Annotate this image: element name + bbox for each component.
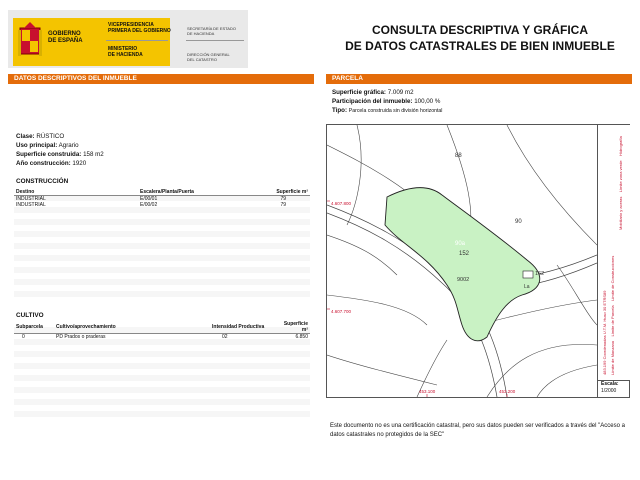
label-parcel-88: 88 — [455, 153, 462, 159]
direccion-label: DIRECCIÓN GENERAL DEL CATASTRO — [187, 52, 230, 62]
header-divider-2 — [186, 40, 244, 41]
legend-item: Límite zona verde — [618, 160, 623, 193]
field-superficie: Superficie construida: 158 m2 — [16, 151, 104, 158]
field-anio: Año construcción: 1920 — [16, 160, 87, 167]
label-parcel-9002: 9002 — [457, 277, 469, 283]
section-bar-parcela: PARCELA — [326, 74, 632, 84]
label-parcel-152: 152 — [459, 251, 470, 257]
map-scale: Escala: 1/2000 — [597, 380, 629, 397]
legend-item: Límite de Manzana — [610, 340, 615, 375]
table-header-row: Subparcela Cultivo/aprovechamiento Inten… — [14, 321, 310, 334]
label-parcel-90: 90 — [515, 219, 522, 225]
table-row: 0 PD Prados o praderas 02 6.850 — [22, 334, 308, 340]
legend-item: Límite de Parcela — [610, 305, 615, 337]
label-parcel-162: 162 — [535, 271, 544, 277]
section-bar-descriptivos: DATOS DESCRIPTIVOS DEL INMUEBLE — [8, 74, 314, 84]
table-row: INDUSTRIAL E/00/02 79 — [16, 202, 286, 208]
header-divider — [106, 40, 168, 41]
disclaimer-text: Este documento no es una certificación c… — [330, 423, 625, 438]
legend-coords: 483.199 Coordenadas U.T.M. Huso 30 ETRS8… — [602, 290, 607, 376]
field-uso: Uso principal: Agrario — [16, 142, 79, 149]
field-clase: Clase: RÚSTICO — [16, 133, 65, 140]
map-legend: 483.199 Coordenadas U.T.M. Huso 30 ETRS8… — [597, 125, 630, 380]
cultivo-table: Subparcela Cultivo/aprovechamiento Inten… — [14, 321, 310, 340]
parcela-fields: Superficie gráfica: 7.009 m2 Participaci… — [332, 88, 622, 116]
label-coord-x1: 453.100 — [419, 389, 436, 394]
label-parcel-90a: 90a — [455, 241, 466, 247]
parcel-map-drawing[interactable]: 88 90 90a 152 162 9002 La 4.607.800 4.60… — [327, 125, 597, 397]
legend-item: Mobiliario y aceras — [618, 196, 623, 230]
construccion-table: Destino Escalera/Planta/Puerta Superfici… — [14, 189, 310, 208]
secretaria-label: SECRETARÍA DE ESTADO DE HACIENDA — [187, 26, 236, 36]
cultivo-heading: CULTIVO — [16, 312, 44, 319]
construccion-heading: CONSTRUCCIÓN — [16, 178, 69, 185]
ministerio-label: MINISTERIO DE HACIENDA — [108, 46, 143, 58]
field-participacion: Participación del inmueble: 100,00 % — [332, 98, 441, 105]
label-coord-y1: 4.607.800 — [331, 201, 352, 206]
coat-of-arms-icon — [18, 22, 42, 56]
label-la: La — [524, 284, 530, 290]
government-name: GOBIERNO DE ESPAÑA — [48, 31, 83, 44]
field-tipo: Tipo: Parcela construida sin división ho… — [332, 107, 443, 114]
vicepresidencia-label: VICEPRESIDENCIA PRIMERA DEL GOBIERNO — [108, 22, 171, 34]
legend-item: Límite de Construcciones — [610, 255, 615, 301]
page-title: CONSULTA DESCRIPTIVA Y GRÁFICA DE DATOS … — [345, 23, 615, 53]
label-coord-y2: 4.607.700 — [331, 309, 352, 314]
descriptive-fields: Clase: RÚSTICO Uso principal: Agrario Su… — [16, 132, 306, 168]
field-superficie-grafica: Superficie gráfica: 7.009 m2 — [332, 89, 414, 96]
building-mark — [522, 270, 534, 279]
legend-item: Hidrografía — [618, 136, 623, 156]
label-coord-x2: 453.200 — [499, 389, 516, 394]
